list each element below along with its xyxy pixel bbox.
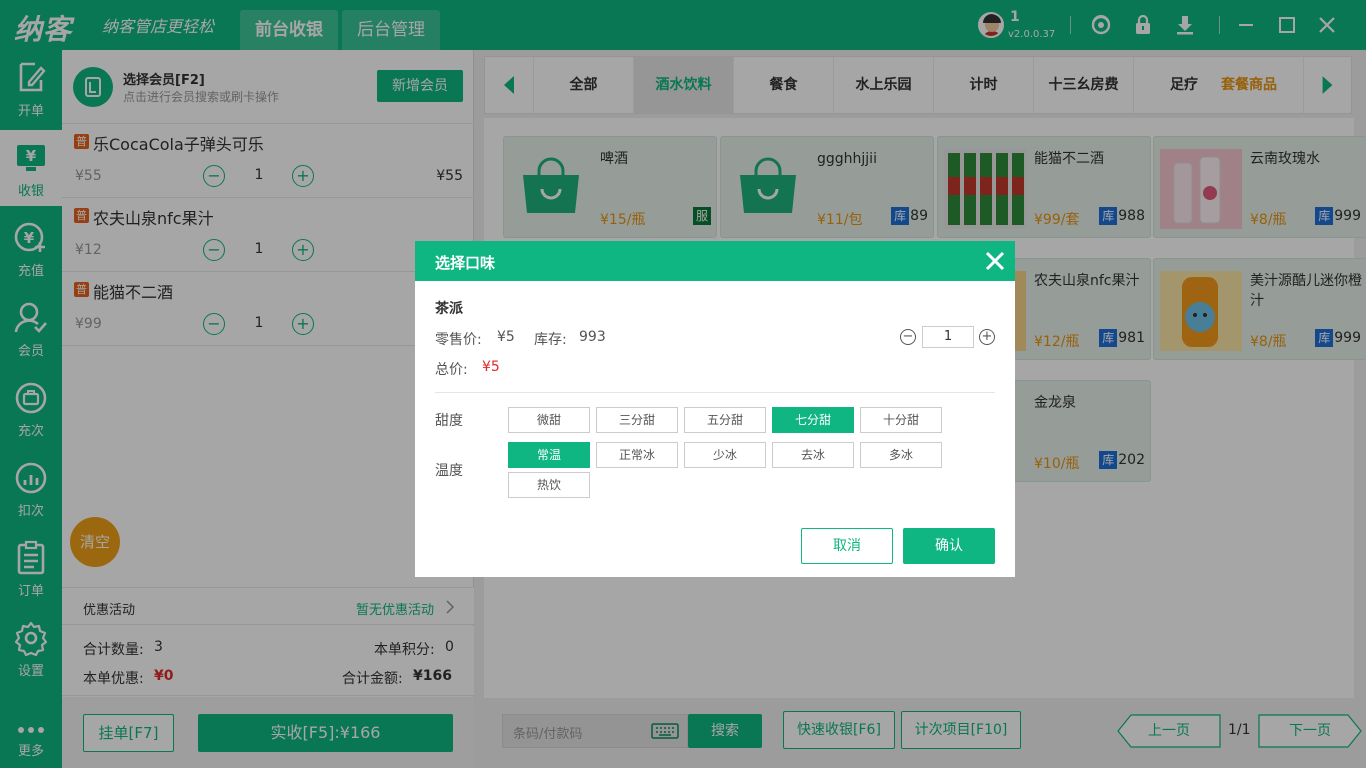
sweet-option[interactable]: 三分甜	[596, 407, 678, 433]
total-price-label: 总价:	[435, 362, 468, 378]
close-icon[interactable]	[984, 250, 1006, 272]
qty-input[interactable]: 1	[922, 326, 974, 348]
sweetness-label: 甜度	[435, 413, 463, 429]
temp-option[interactable]: 多冰	[860, 442, 942, 468]
sweet-option[interactable]: 五分甜	[684, 407, 766, 433]
stock-label: 库存:	[534, 332, 567, 348]
sweet-option-selected[interactable]: 七分甜	[772, 407, 854, 433]
sweet-option[interactable]: 十分甜	[860, 407, 942, 433]
sweet-option[interactable]: 微甜	[508, 407, 590, 433]
flavor-dialog: 选择口味 茶派 零售价: ¥5 库存: 993 − 1 + 总价: ¥5 甜度 …	[415, 241, 1015, 577]
dialog-header: 选择口味	[415, 241, 1015, 281]
cancel-button[interactable]: 取消	[801, 528, 893, 564]
decrease-qty-button[interactable]: −	[900, 329, 916, 345]
increase-qty-button[interactable]: +	[979, 329, 995, 345]
temp-option[interactable]: 去冰	[772, 442, 854, 468]
dialog-product-name: 茶派	[435, 301, 463, 317]
confirm-button[interactable]: 确认	[903, 528, 995, 564]
retail-price: ¥5	[497, 329, 515, 345]
temp-option-selected[interactable]: 常温	[508, 442, 590, 468]
dialog-title: 选择口味	[435, 254, 496, 272]
temp-option[interactable]: 正常冰	[596, 442, 678, 468]
temp-option[interactable]: 少冰	[684, 442, 766, 468]
total-price: ¥5	[482, 359, 500, 375]
temperature-label: 温度	[435, 463, 463, 479]
stock-value: 993	[579, 329, 606, 345]
retail-price-label: 零售价:	[435, 332, 482, 348]
temp-option[interactable]: 热饮	[508, 472, 590, 498]
